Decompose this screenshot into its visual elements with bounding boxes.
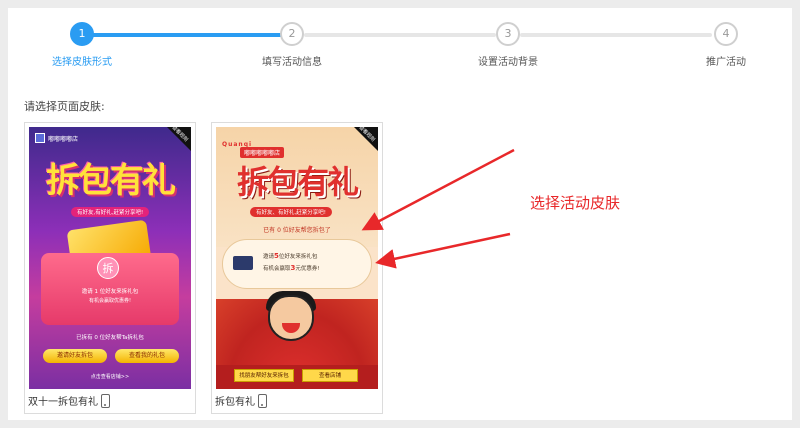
skin-card-double-eleven[interactable]: 嘟嘟嘟嘟店 查看规则 拆包有礼 有好友,有好礼,赶紧分享吧! 拆 邀请 1 位好…	[24, 122, 196, 414]
skin-preview[interactable]: 嘟嘟嘟嘟店 查看规则 拆包有礼 有好友,有好礼,赶紧分享吧! 拆 邀请 1 位好…	[29, 127, 191, 389]
preview-invite-button: 找朋友帮好友来拆包	[234, 369, 294, 382]
step-number: 4	[714, 22, 738, 46]
invite-cloud: 邀请5位好友来拆礼包 有机会赢取3元优惠券!	[222, 239, 372, 289]
skin-caption: 双十一拆包有礼	[28, 393, 110, 408]
mobile-phone-icon	[101, 393, 110, 408]
shop-name: 嘟嘟嘟嘟店	[48, 135, 79, 143]
preview-subline: 有好友,有好礼,赶紧分享吧!	[71, 207, 150, 217]
step-number: 1	[70, 22, 94, 46]
preview-subline: 有好友、有好礼,赶紧分享吧!	[250, 207, 332, 217]
step-2[interactable]: 2 填写活动信息	[232, 22, 352, 68]
shop-header: 嘟嘟嘟嘟店	[35, 133, 78, 143]
got-count-text: 已有 0 位好友帮您拆包了	[263, 227, 331, 234]
preview-headline: 拆包有礼	[236, 163, 359, 201]
gift-box-icon	[233, 256, 253, 270]
mobile-phone-icon	[258, 393, 267, 408]
step-indicator: 1 选择皮肤形式 2 填写活动信息 3 设置活动背景 4 推广活动	[8, 22, 792, 82]
red-envelope: 拆 邀请 1 位好友来拆礼包 有机会赢取优惠券!	[41, 253, 179, 325]
invite-text: 邀请5位好友来拆礼包	[263, 252, 318, 260]
step-label: 填写活动信息	[262, 57, 322, 68]
skin-prompt: 请选择页面皮肤:	[24, 100, 105, 113]
preview-gift-button: 查看我的礼包	[115, 349, 179, 363]
step-number: 2	[280, 22, 304, 46]
reward-text: 有机会赢取优惠券!	[88, 298, 131, 304]
character-face	[268, 295, 314, 341]
preview-footer-link: 点击查看店铺>>	[90, 374, 130, 380]
annotation-label: 选择活动皮肤	[530, 194, 621, 212]
preview-headline: 拆包有礼	[46, 161, 176, 201]
preview-shop-button: 查看店铺	[302, 369, 358, 382]
invite-text: 邀请 1 位好友来拆礼包	[81, 289, 139, 295]
step-number: 3	[496, 22, 520, 46]
reward-text: 有机会赢取3元优惠券!	[263, 264, 320, 272]
step-1[interactable]: 1 选择皮肤形式	[22, 22, 142, 68]
skin-caption-text: 双十一拆包有礼	[28, 397, 98, 408]
skin-caption-text: 拆包有礼	[215, 397, 255, 408]
step-3[interactable]: 3 设置活动背景	[448, 22, 568, 68]
step-label: 选择皮肤形式	[52, 57, 112, 68]
step-label: 设置活动背景	[478, 57, 538, 68]
skin-preview[interactable]: Quanqi 嘟嘟嘟嘟嘟店 查看规则 拆包有礼 有好友、有好礼,赶紧分享吧! 已…	[216, 127, 378, 389]
skin-caption: 拆包有礼	[215, 393, 267, 408]
page-frame: 1 选择皮肤形式 2 填写活动信息 3 设置活动背景 4 推广活动 请选择页面皮…	[8, 8, 792, 420]
preview-invite-button: 邀请好友拆包	[43, 349, 107, 363]
step-label: 推广活动	[706, 57, 746, 68]
step-4[interactable]: 4 推广活动	[666, 22, 786, 68]
shop-logo-icon	[35, 133, 45, 143]
skin-card-unpack-gift[interactable]: Quanqi 嘟嘟嘟嘟嘟店 查看规则 拆包有礼 有好友、有好礼,赶紧分享吧! 已…	[211, 122, 383, 414]
envelope-seal: 拆	[97, 257, 119, 279]
cut-count-text: 已拆有 0 位好友帮Ta拆礼包	[76, 335, 144, 341]
